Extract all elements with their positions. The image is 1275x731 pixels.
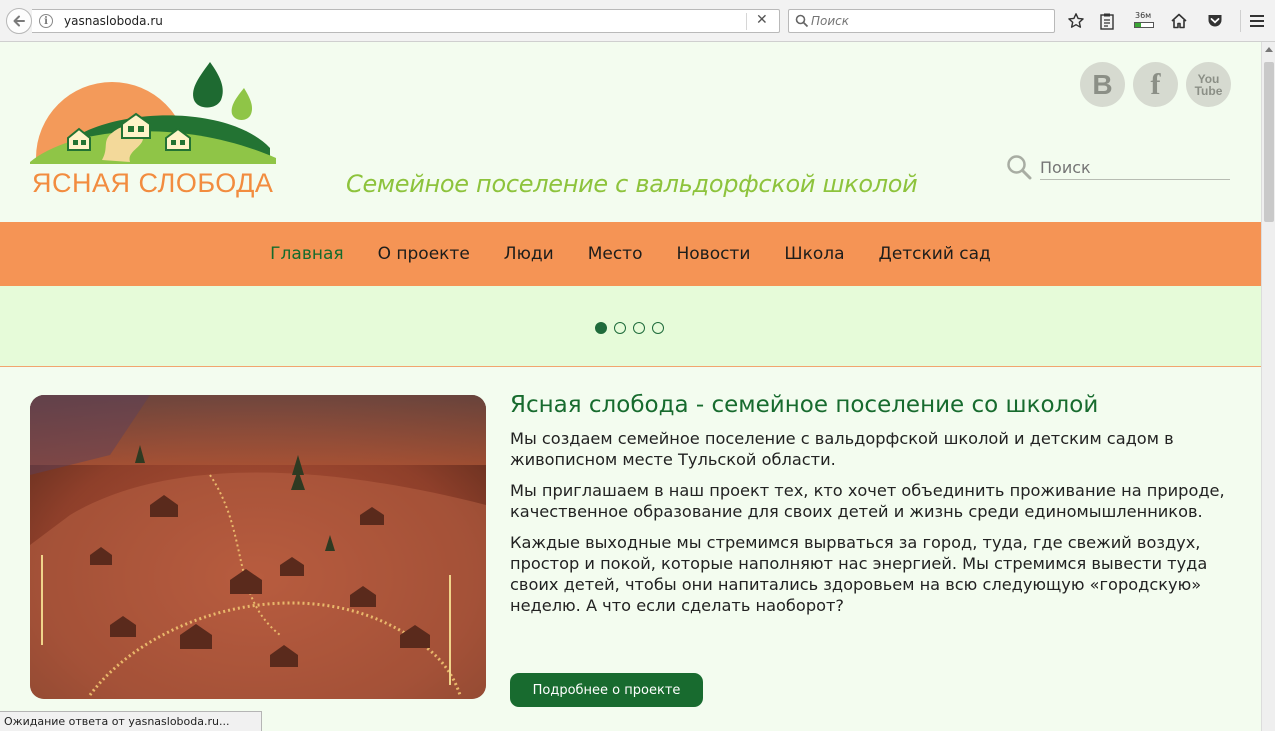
slider-dots [595,322,664,334]
memory-label: 36м [1135,11,1152,20]
toolbar-divider [1240,10,1241,32]
close-icon[interactable]: ✕ [756,12,768,28]
model-village-picture [30,395,486,699]
browser-search-input[interactable] [811,13,1041,29]
status-bar: Ожидание ответа от yasnasloboda.ru... [0,711,262,731]
search-icon [795,14,809,28]
browser-search-bar[interactable] [788,9,1055,33]
page-title: Ясная слобода - семейное поселение со шк… [510,392,1099,418]
nav-item-3[interactable]: Люди [504,244,554,264]
hero-image [30,395,486,699]
nav-item-2[interactable]: О проекте [378,244,470,264]
youtube-icon-bottom: Tube [1194,83,1223,98]
logo-text[interactable]: ЯСНАЯ СЛОБОДА [32,168,273,199]
nav-list: Главная О проекте Люди Место Новости Школа Дет… [0,222,1261,286]
slider-dot[interactable] [595,322,607,334]
intro-paragraph-2: Мы приглашаем в наш проект тех, кто хоче… [510,481,1225,521]
main-content: Ясная слобода - семейное поселение со шк… [510,392,1250,626]
nav-item-7[interactable]: Детский сад [879,244,991,264]
main-nav: Главная О проекте Люди Место Новости Школа Дет… [0,222,1261,286]
more-about-project-button[interactable]: Подробнее о проекте [510,673,703,707]
url-text[interactable]: yasnasloboda.ru [64,14,163,28]
logo-graphic [30,62,276,164]
memory-badge[interactable]: 36м [1133,11,1155,31]
url-bar[interactable]: i yasnasloboda.ru ✕ [32,9,780,33]
clipboard-icon[interactable] [1096,10,1118,32]
pocket-icon[interactable] [1204,10,1226,32]
scrollbar-thumb[interactable] [1264,62,1274,222]
vk-icon: B [1092,68,1113,100]
info-icon[interactable]: i [39,14,53,28]
star-icon[interactable] [1065,10,1087,32]
youtube-link[interactable]: You Tube [1186,62,1231,107]
site-search-input[interactable] [1040,156,1230,180]
nav-item-5[interactable]: Новости [676,244,750,264]
slider-banner [0,286,1261,367]
slider-dot[interactable] [614,322,626,334]
intro-paragraph-1: Мы создаем семейное поселение с вальдорф… [510,429,1174,469]
slider-dot[interactable] [633,322,645,334]
nav-item-6[interactable]: Школа [784,244,844,264]
youtube-icon-top: You [1197,71,1220,86]
back-arrow-icon [13,15,25,27]
url-divider [746,13,747,30]
nav-item-4[interactable]: Место [588,244,643,264]
nav-item-1[interactable]: Главная [270,244,343,264]
home-icon[interactable] [1168,10,1190,32]
memory-bar [1134,22,1154,28]
vk-link[interactable]: B [1080,62,1125,107]
search-icon[interactable] [1006,154,1032,180]
site-search [1006,152,1230,182]
hamburger-menu-icon[interactable] [1246,10,1268,32]
slider-dot[interactable] [652,322,664,334]
vertical-scrollbar[interactable] [1261,42,1275,731]
facebook-icon: f [1150,67,1161,101]
browser-toolbar: i yasnasloboda.ru ✕ 36м [0,0,1275,42]
back-button[interactable] [6,8,32,34]
scroll-up-icon[interactable] [1265,47,1273,52]
intro-paragraph-3: Каждые выходные мы стремимся вырваться з… [510,533,1208,615]
memory-bar-fill [1135,23,1142,27]
facebook-link[interactable]: f [1133,62,1178,107]
site-tagline: Семейное поселение с вальдорфской школой [346,170,918,198]
